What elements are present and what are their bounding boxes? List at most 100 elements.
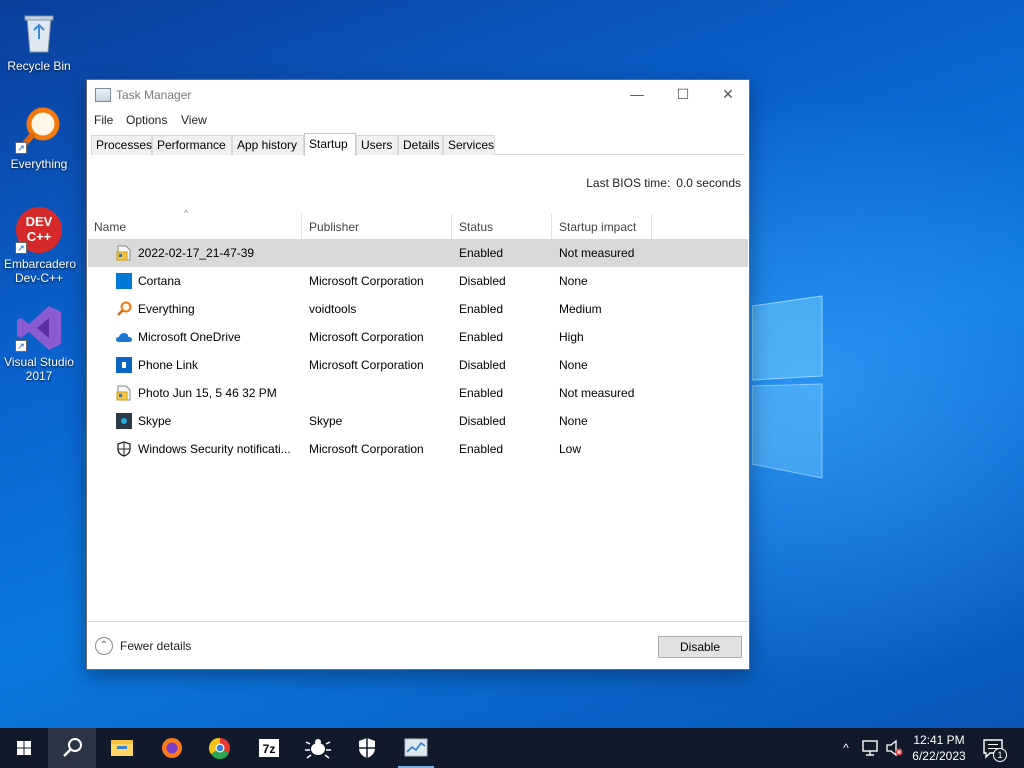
- visual-studio-desktop-icon[interactable]: ↗ Visual Studio 2017: [0, 304, 78, 383]
- cell-name: Everything: [138, 302, 195, 316]
- shortcut-arrow-icon: ↗: [15, 242, 27, 254]
- cortana-icon: [116, 273, 132, 289]
- start-button[interactable]: [0, 728, 48, 768]
- firefox-icon: [162, 738, 182, 758]
- last-bios-time-value: 0.0 seconds: [676, 176, 741, 190]
- notification-icon: [983, 739, 1003, 759]
- everything-desktop-icon[interactable]: ↗ Everything: [0, 106, 78, 171]
- fewer-details-link[interactable]: Fewer details: [120, 639, 191, 653]
- cell-publisher: voidtools: [309, 302, 357, 316]
- cell-name: Phone Link: [138, 358, 199, 372]
- table-row[interactable]: Photo Jun 15, 5 46 32 PM Enabled Not mea…: [88, 379, 748, 407]
- shield-icon: [117, 441, 131, 457]
- search-icon: [63, 738, 82, 757]
- table-row[interactable]: Microsoft OneDrive Microsoft Corporation…: [88, 323, 748, 351]
- firefox-button[interactable]: [148, 728, 196, 768]
- bug-tool-button[interactable]: [294, 728, 342, 768]
- devcpp-desktop-icon[interactable]: DEV C++ ↗ Embarcadero Dev-C++: [0, 206, 78, 285]
- recycle-bin-icon: [15, 8, 63, 56]
- table-row[interactable]: Skype Skype Disabled None: [88, 407, 748, 435]
- windows-wallpaper-logo: [752, 295, 823, 479]
- chrome-button[interactable]: [196, 728, 244, 768]
- 7zip-button[interactable]: 7z: [245, 728, 293, 768]
- shield-icon: [359, 738, 375, 758]
- column-header-name[interactable]: Name: [87, 214, 302, 240]
- cell-status: Enabled: [459, 302, 504, 316]
- tab-services[interactable]: Services: [443, 135, 495, 155]
- cell-startup-impact: Not measured: [559, 246, 635, 260]
- close-button[interactable]: ✕: [705, 80, 751, 110]
- table-row[interactable]: Cortana Microsoft Corporation Disabled N…: [88, 267, 748, 295]
- network-icon[interactable]: [860, 728, 882, 768]
- last-bios-time-label: Last BIOS time:: [586, 176, 671, 190]
- bug-tool-icon: [305, 739, 331, 759]
- cell-name: Skype: [138, 414, 172, 428]
- cell-startup-impact: None: [559, 274, 588, 288]
- menu-file[interactable]: File: [94, 113, 113, 127]
- action-center-button[interactable]: 1: [980, 728, 1010, 768]
- menu-view[interactable]: View: [181, 113, 207, 127]
- table-row[interactable]: 2022-02-17_21-47-39 Enabled Not measured: [88, 239, 748, 267]
- file-folder-icon: [116, 245, 131, 261]
- chevron-up-icon[interactable]: ⌃: [95, 637, 113, 655]
- minimize-button[interactable]: —: [614, 80, 660, 110]
- file-folder-icon: [116, 385, 131, 401]
- system-clock[interactable]: 12:41 PM 6/22/2023: [905, 732, 973, 764]
- 7zip-icon-text: 7z: [263, 742, 276, 756]
- cell-startup-impact: Low: [559, 442, 582, 456]
- cell-status: Enabled: [459, 442, 504, 456]
- taskbar: 7z ^ 12:41 PM 6/22/2023 1: [0, 728, 1024, 768]
- window-title: Task Manager: [116, 88, 192, 102]
- table-row[interactable]: Phone Link Microsoft Corporation Disable…: [88, 351, 748, 379]
- task-manager-taskbar-button[interactable]: [392, 728, 440, 768]
- clock-time: 12:41 PM: [913, 733, 965, 747]
- tab-details[interactable]: Details: [398, 135, 443, 155]
- cell-startup-impact: None: [559, 414, 588, 428]
- disable-button[interactable]: Disable: [658, 636, 742, 658]
- column-header-publisher[interactable]: Publisher: [302, 214, 452, 240]
- 7zip-icon: 7z: [259, 739, 279, 757]
- maximize-button[interactable]: ☐: [660, 80, 706, 110]
- cell-publisher: Microsoft Corporation: [309, 330, 424, 344]
- volume-muted-icon[interactable]: [884, 728, 906, 768]
- cell-publisher: Microsoft Corporation: [309, 358, 424, 372]
- tab-performance[interactable]: Performance: [152, 135, 232, 155]
- skype-icon: [116, 413, 132, 429]
- cell-name: Cortana: [138, 274, 181, 288]
- file-explorer-button[interactable]: [98, 728, 146, 768]
- cell-publisher: Microsoft Corporation: [309, 274, 424, 288]
- notification-count-badge: 1: [993, 748, 1007, 762]
- column-header-status[interactable]: Status: [452, 214, 552, 240]
- cell-startup-impact: High: [559, 330, 584, 344]
- devcpp-icon: DEV C++ ↗: [15, 206, 63, 254]
- search-button[interactable]: [48, 728, 96, 768]
- footer: ⌃ Fewer details Disable: [87, 621, 749, 670]
- shortcut-arrow-icon: ↗: [15, 340, 27, 352]
- column-header-startup-impact[interactable]: Startup impact: [552, 214, 652, 240]
- tab-processes[interactable]: Processes: [91, 135, 152, 155]
- tray-overflow-chevron[interactable]: ^: [836, 728, 856, 768]
- cloud-icon: [116, 333, 132, 342]
- magnifier-icon: ↗: [15, 106, 63, 154]
- menu-options[interactable]: Options: [126, 113, 167, 127]
- cell-status: Disabled: [459, 274, 506, 288]
- recycle-bin-desktop-icon[interactable]: Recycle Bin: [0, 8, 78, 73]
- windows-security-button[interactable]: [343, 728, 391, 768]
- clock-date: 6/22/2023: [912, 749, 966, 763]
- devcpp-logo-text: DEV C++: [25, 214, 53, 244]
- table-row[interactable]: Windows Security notificati... Microsoft…: [88, 435, 748, 463]
- cell-status: Enabled: [459, 330, 504, 344]
- tab-strip: Processes Performance App history Startu…: [91, 133, 745, 156]
- tab-users[interactable]: Users: [356, 135, 398, 155]
- table-row[interactable]: Everything voidtools Enabled Medium: [88, 295, 748, 323]
- tab-app-history[interactable]: App history: [232, 135, 304, 155]
- tab-startup[interactable]: Startup: [304, 133, 356, 156]
- cell-name: Windows Security notificati...: [138, 442, 291, 456]
- cell-publisher: Skype: [309, 414, 343, 428]
- desktop-icon-label: Everything: [10, 157, 68, 171]
- title-bar[interactable]: Task Manager — ☐ ✕: [87, 80, 749, 110]
- task-manager-icon: [404, 738, 428, 757]
- cell-name: 2022-02-17_21-47-39: [138, 246, 255, 260]
- cell-status: Disabled: [459, 414, 506, 428]
- cell-status: Enabled: [459, 246, 504, 260]
